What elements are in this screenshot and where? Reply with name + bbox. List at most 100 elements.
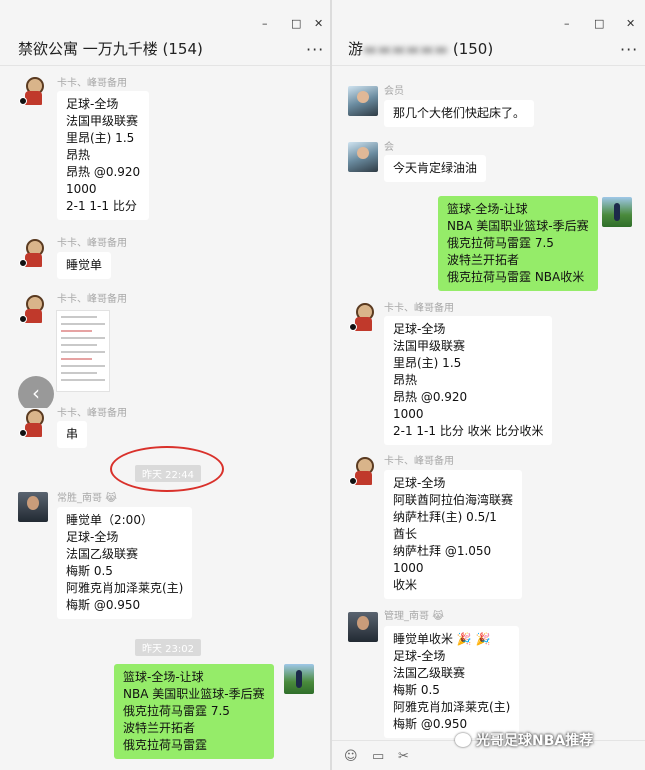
- message-line: 波特兰开拓者: [447, 253, 520, 267]
- message-line: 1000: [66, 182, 97, 196]
- sender-name: 卡卡、峰哥备用: [57, 78, 127, 89]
- avatar[interactable]: [18, 294, 48, 324]
- message-line: 俄克拉荷马雷霆 7.5: [447, 236, 554, 250]
- message-bubble-self[interactable]: 篮球-全场-让球 NBA 美国职业篮球-季后赛 俄克拉荷马雷霆 7.5 波特兰开…: [114, 664, 274, 759]
- message-line: 睡觉单: [66, 258, 103, 272]
- minimize-button[interactable]: –: [564, 18, 570, 29]
- message-line: 酋长: [393, 527, 418, 541]
- soccer-ball-icon: [349, 477, 357, 485]
- message-bubble[interactable]: 足球-全场 法国甲级联赛 里昂(主) 1.5 昂热 昂热 @0.920 1000…: [57, 91, 150, 220]
- cat-emoji-icon: 😹: [432, 611, 444, 622]
- message-bubble[interactable]: 串: [57, 421, 88, 448]
- avatar[interactable]: [348, 302, 378, 332]
- avatar[interactable]: [18, 76, 48, 106]
- message-line: 波特兰开拓者: [123, 721, 196, 735]
- blurred-title: ▬▬▬▬▬▬: [363, 40, 449, 58]
- message-line: 法国乙级联赛: [66, 547, 139, 561]
- avatar[interactable]: [18, 408, 48, 438]
- message-bubble-self[interactable]: 篮球-全场-让球 NBA 美国职业篮球-季后赛 俄克拉荷马雷霆 7.5 波特兰开…: [438, 196, 598, 291]
- message-line: 纳萨杜拜 @1.050: [393, 544, 492, 558]
- chat-title: 游▬▬▬▬▬▬ (150): [348, 38, 493, 59]
- close-button[interactable]: ✕: [626, 18, 635, 29]
- message-line: 法国甲级联赛: [393, 339, 466, 353]
- message-bubble[interactable]: 睡觉单（2:00） 足球-全场 法国乙级联赛 梅斯 0.5 阿雅克肖加泽莱克(主…: [57, 507, 193, 619]
- chevron-left-icon[interactable]: ‹: [18, 376, 54, 412]
- message-bubble[interactable]: 今天肯定绿油油: [384, 155, 487, 182]
- sender-name: 卡卡、峰哥备用: [384, 456, 454, 467]
- avatar[interactable]: [18, 238, 48, 268]
- message-line: NBA 美国职业篮球-季后赛: [447, 219, 589, 233]
- message-line: 阿联酋阿拉伯海湾联赛: [393, 493, 514, 507]
- message-line: 俄克拉荷马雷霆: [123, 738, 208, 752]
- message-line: 1000: [393, 407, 424, 421]
- minimize-button[interactable]: –: [262, 18, 268, 29]
- maximize-button[interactable]: □: [594, 18, 604, 29]
- avatar[interactable]: [348, 456, 378, 486]
- sender-name-text: 常胜_南哥: [57, 493, 102, 504]
- message-bubble[interactable]: 足球-全场 法国甲级联赛 里昂(主) 1.5 昂热 昂热 @0.920 1000…: [384, 316, 553, 445]
- soccer-ball-icon: [19, 97, 27, 105]
- sender-name: 卡卡、峰哥备用: [384, 303, 454, 314]
- close-button[interactable]: ✕: [314, 18, 323, 29]
- more-options-button[interactable]: ···: [620, 40, 638, 59]
- highlight-circle: [110, 446, 224, 492]
- message-line: 足球-全场: [393, 322, 446, 336]
- message-line: 昂热 @0.920: [393, 390, 468, 404]
- sender-name: 会: [384, 142, 394, 153]
- soccer-ball-icon: [349, 323, 357, 331]
- folder-icon[interactable]: ▭: [372, 749, 384, 764]
- message-line: 足球-全场: [393, 649, 446, 663]
- member-count: (150): [452, 40, 494, 58]
- message-line: NBA 美国职业篮球-季后赛: [123, 687, 265, 701]
- message-bubble[interactable]: 睡觉单收米 🎉 🎉 足球-全场 法国乙级联赛 梅斯 0.5 阿雅克肖加泽莱克(主…: [384, 626, 520, 738]
- maximize-button[interactable]: □: [291, 18, 301, 29]
- scissors-icon[interactable]: ✂: [398, 749, 409, 764]
- message-line: 俄克拉荷马雷霆 7.5: [123, 704, 230, 718]
- message-line: 那几个大佬们快起床了。: [393, 106, 526, 120]
- chat-title: 禁欲公寓 一万九千楼 (154): [18, 40, 203, 58]
- message-line: 法国甲级联赛: [66, 114, 139, 128]
- emoji-icon[interactable]: ☺: [344, 749, 358, 764]
- message-line: 2-1 1-1 比分: [66, 199, 137, 213]
- message-line: 昂热 @0.920: [66, 165, 141, 179]
- sender-name: 卡卡、峰哥备用: [57, 408, 127, 419]
- image-message-thumbnail[interactable]: [56, 310, 110, 392]
- message-line: 里昂(主) 1.5: [66, 131, 135, 145]
- message-bubble[interactable]: 足球-全场 阿联酋阿拉伯海湾联赛 纳萨杜拜(主) 0.5/1 酋长 纳萨杜拜 @…: [384, 470, 523, 599]
- my-avatar[interactable]: [602, 197, 632, 227]
- sender-name-text: 管理_南哥: [384, 611, 429, 622]
- message-line: 2-1 1-1 比分 收米 比分收米: [393, 424, 544, 438]
- avatar[interactable]: [348, 142, 378, 172]
- avatar[interactable]: [348, 86, 378, 116]
- message-line: 收米: [393, 578, 418, 592]
- message-line: 昂热: [393, 373, 418, 387]
- soccer-ball-icon: [19, 315, 27, 323]
- soccer-ball-icon: [19, 259, 27, 267]
- message-line: 足球-全场: [66, 530, 119, 544]
- message-line: 纳萨杜拜(主) 0.5/1: [393, 510, 497, 524]
- soccer-ball-icon: [19, 429, 27, 437]
- more-options-button[interactable]: ···: [306, 40, 324, 59]
- timestamp: 昨天 23:02: [135, 639, 201, 656]
- message-line: 梅斯 @0.950: [66, 598, 141, 612]
- left-chat-window: – □ ✕ 禁欲公寓 一万九千楼 (154) ··· 卡卡、峰哥备用 足球-全场…: [0, 0, 330, 770]
- sender-name: 管理_南哥 😹: [384, 607, 444, 622]
- message-line: 阿雅克肖加泽莱克(主): [393, 700, 511, 714]
- right-titlebar: – □ ✕ 游▬▬▬▬▬▬ (150) ···: [332, 0, 645, 66]
- message-bubble[interactable]: 那几个大佬们快起床了。: [384, 100, 535, 127]
- message-bubble[interactable]: 睡觉单: [57, 252, 112, 279]
- avatar[interactable]: [348, 612, 378, 642]
- message-line: 1000: [393, 561, 424, 575]
- sender-name: 卡卡、峰哥备用: [57, 238, 127, 249]
- message-line: 篮球-全场-让球: [123, 670, 204, 684]
- avatar[interactable]: [18, 492, 48, 522]
- message-line: 法国乙级联赛: [393, 666, 466, 680]
- my-avatar[interactable]: [284, 664, 314, 694]
- message-line: 睡觉单收米 🎉 🎉: [393, 632, 491, 646]
- sender-name: 会员: [384, 86, 404, 97]
- wechat-logo-icon: [455, 733, 471, 747]
- watermark-text: 光哥足球NBA推荐: [476, 733, 594, 749]
- message-line: 篮球-全场-让球: [447, 202, 528, 216]
- message-line: 串: [66, 427, 79, 441]
- message-line: 足球-全场: [66, 97, 119, 111]
